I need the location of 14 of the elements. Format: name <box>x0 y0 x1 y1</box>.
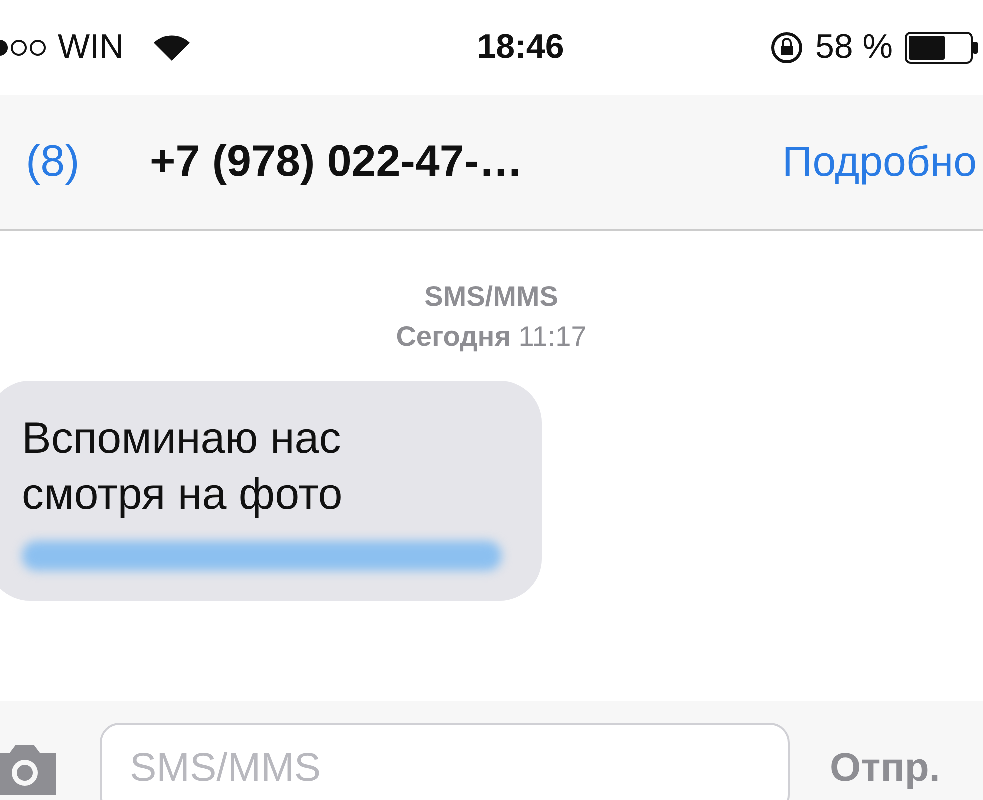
message-text: Вспоминаю нас смотря на фото <box>22 413 344 521</box>
back-link[interactable]: (8) <box>26 137 150 187</box>
clock: 18:46 <box>476 28 566 67</box>
contact-number: +7 (978) 022-47-… <box>150 137 524 187</box>
signal-icon <box>0 38 48 58</box>
send-button[interactable]: Отпр. <box>830 746 940 791</box>
message-input[interactable]: SMS/MMS <box>100 722 790 800</box>
battery-icon <box>905 32 979 64</box>
carrier-name: WIN <box>58 28 124 67</box>
rotation-lock-icon <box>770 30 804 64</box>
service-label: SMS/MMS <box>424 281 560 313</box>
details-link[interactable]: Подробно <box>782 138 977 186</box>
battery-percent: 58 % <box>816 28 893 67</box>
message-date: Сегодня 11:17 <box>395 321 588 353</box>
